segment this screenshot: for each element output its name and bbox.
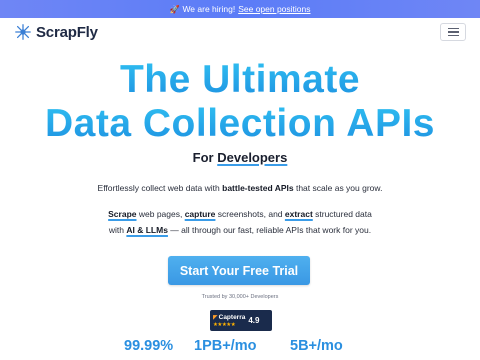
audience-prefix: For — [192, 150, 214, 165]
capterra-name-text: Capterra — [218, 313, 246, 321]
ai-llms-link[interactable]: AI & LLMs — [126, 225, 168, 235]
capterra-left: ◤ Capterra ★★★★★ — [213, 314, 245, 328]
capterra-score: 4.9 — [248, 316, 260, 325]
banner-text: We are hiring! — [182, 4, 236, 14]
start-free-trial-button[interactable]: Start Your Free Trial — [168, 256, 310, 285]
scrapfly-logo-icon — [15, 24, 31, 40]
rocket-icon: 🚀 — [169, 4, 180, 14]
description-line3: with AI & LLMs — all through our fast, r… — [0, 225, 480, 235]
stat-uptime: 99.99% — [124, 338, 174, 354]
description-text: screenshots, and — [215, 209, 285, 219]
description-text: with — [108, 225, 127, 235]
extract-highlight: extract — [284, 209, 313, 219]
description-text: web pages, — [136, 209, 185, 219]
hero-title-line2: Data Collection APIs — [0, 102, 480, 146]
stat-requests: 5B+/mo — [290, 338, 343, 354]
capterra-name: ◤ Capterra — [213, 314, 245, 322]
stat-data-volume: 1PB+/mo — [194, 338, 257, 354]
description-text: Effortlessly collect web data with — [97, 183, 223, 193]
scrape-highlight: Scrape — [108, 209, 137, 219]
description-text: — all through our fast, reliable APIs th… — [167, 225, 372, 235]
menu-line — [447, 27, 459, 29]
battle-tested-highlight: battle-tested APIs — [222, 183, 294, 193]
hiring-banner: 🚀 We are hiring! See open positions — [0, 0, 480, 18]
top-nav: ScrapFly — [0, 18, 480, 46]
open-positions-link[interactable]: See open positions — [238, 4, 310, 14]
description-text: that scale as you grow. — [293, 183, 383, 193]
capture-highlight: capture — [184, 209, 216, 219]
stats-row: 99.99% 1PB+/mo 5B+/mo — [0, 338, 480, 358]
logo[interactable]: ScrapFly — [14, 23, 98, 41]
trusted-by-text: Trusted by 30,000+ Developers — [201, 294, 279, 300]
menu-line — [447, 31, 459, 33]
capterra-badge[interactable]: ◤ Capterra ★★★★★ 4.9 — [210, 310, 272, 331]
audience-highlight: Developers — [217, 150, 288, 165]
description-text: structured data — [312, 209, 372, 219]
description-line2: Scrape web pages, capture screenshots, a… — [0, 209, 480, 219]
capterra-arrow-icon: ◤ — [213, 314, 218, 321]
hamburger-menu-button[interactable] — [440, 23, 466, 41]
rating-stars-icon: ★★★★★ — [213, 321, 236, 328]
hero-title-line1: The Ultimate — [0, 58, 480, 102]
logo-text: ScrapFly — [36, 23, 98, 41]
description-line1: Effortlessly collect web data with battl… — [0, 183, 480, 193]
menu-line — [447, 35, 459, 37]
audience-heading: For Developers — [0, 150, 480, 165]
